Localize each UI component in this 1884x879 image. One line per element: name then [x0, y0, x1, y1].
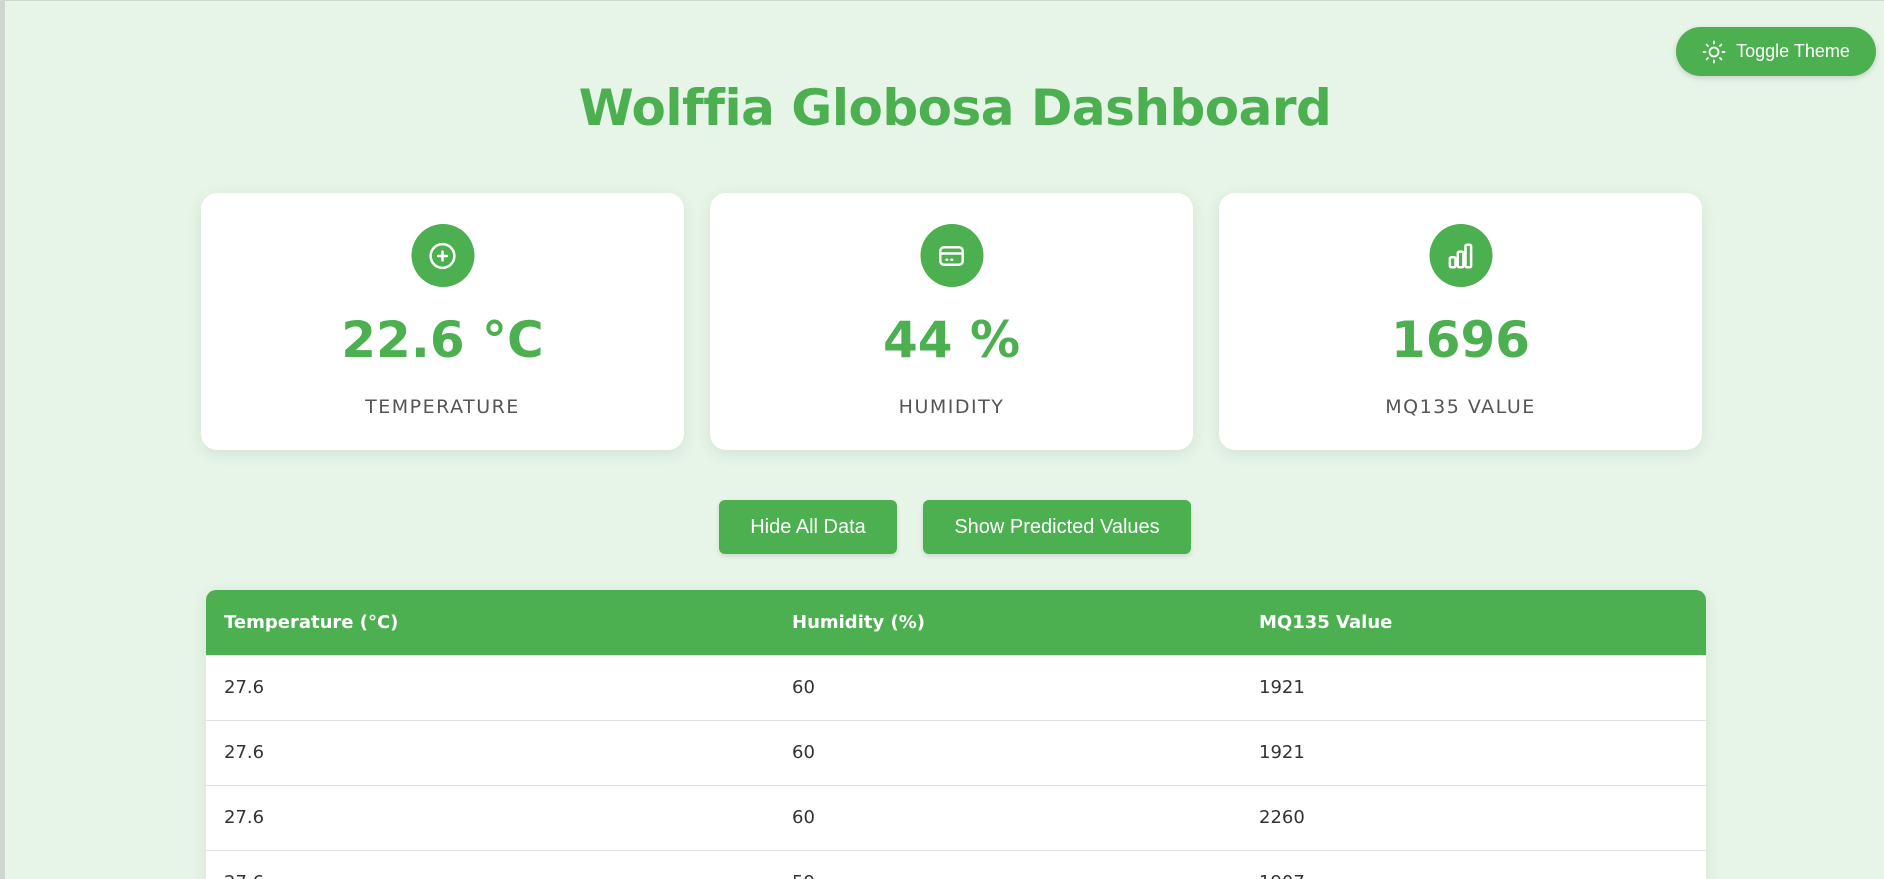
- sun-icon: [1702, 40, 1726, 63]
- column-header-temperature: Temperature (°C): [224, 612, 399, 633]
- toggle-theme-button[interactable]: Toggle Theme: [1676, 27, 1876, 76]
- humidity-label: HUMIDITY: [898, 396, 1005, 418]
- cell-humidity: 60: [774, 655, 1241, 721]
- mq135-label: MQ135 VALUE: [1385, 396, 1536, 418]
- cell-humidity: 60: [774, 785, 1241, 851]
- temperature-card: 22.6 °C TEMPERATURE: [201, 193, 684, 450]
- show-predicted-values-button[interactable]: Show Predicted Values: [923, 500, 1191, 554]
- humidity-icon-badge: [920, 224, 983, 287]
- mq135-card: 1696 MQ135 VALUE: [1219, 193, 1702, 450]
- mq135-value: 1696: [1390, 311, 1531, 369]
- cell-temperature: 27.6: [206, 720, 774, 786]
- cell-mq135: 1921: [1241, 720, 1706, 786]
- table-row: 27.6 60 2260: [206, 785, 1706, 851]
- humidity-value: 44 %: [882, 311, 1021, 369]
- table-row: 27.6 60 1921: [206, 720, 1706, 786]
- hide-all-data-button[interactable]: Hide All Data: [719, 500, 897, 554]
- table-header-row: Temperature (°C) Humidity (%) MQ135 Valu…: [206, 590, 1706, 655]
- dashboard-page: Toggle Theme Wolffia Globosa Dashboard 2…: [0, 0, 1884, 879]
- thermometer-icon: [429, 242, 456, 269]
- table-row: 27.6 60 1921: [206, 655, 1706, 721]
- humidity-card-icon: [939, 245, 964, 266]
- cell-humidity: 60: [774, 720, 1241, 786]
- cell-humidity: 59: [774, 850, 1241, 879]
- table-row: 27.6 59 1907: [206, 850, 1706, 879]
- temperature-value: 22.6 °C: [341, 311, 544, 369]
- mq135-icon-badge: [1429, 224, 1492, 287]
- temperature-icon-badge: [411, 224, 474, 287]
- humidity-card: 44 % HUMIDITY: [710, 193, 1193, 450]
- bar-chart-icon: [1448, 243, 1473, 268]
- cell-temperature: 27.6: [206, 655, 774, 721]
- data-table: Temperature (°C) Humidity (%) MQ135 Valu…: [206, 590, 1706, 879]
- column-header-humidity: Humidity (%): [792, 612, 925, 633]
- cell-temperature: 27.6: [206, 785, 774, 851]
- cell-mq135: 1921: [1241, 655, 1706, 721]
- cell-temperature: 27.6: [206, 850, 774, 879]
- page-title: Wolffia Globosa Dashboard: [578, 79, 1332, 137]
- column-header-mq135: MQ135 Value: [1259, 612, 1393, 633]
- cell-mq135: 2260: [1241, 785, 1706, 851]
- temperature-label: TEMPERATURE: [365, 396, 520, 418]
- toggle-theme-label: Toggle Theme: [1736, 41, 1850, 61]
- cell-mq135: 1907: [1241, 850, 1706, 879]
